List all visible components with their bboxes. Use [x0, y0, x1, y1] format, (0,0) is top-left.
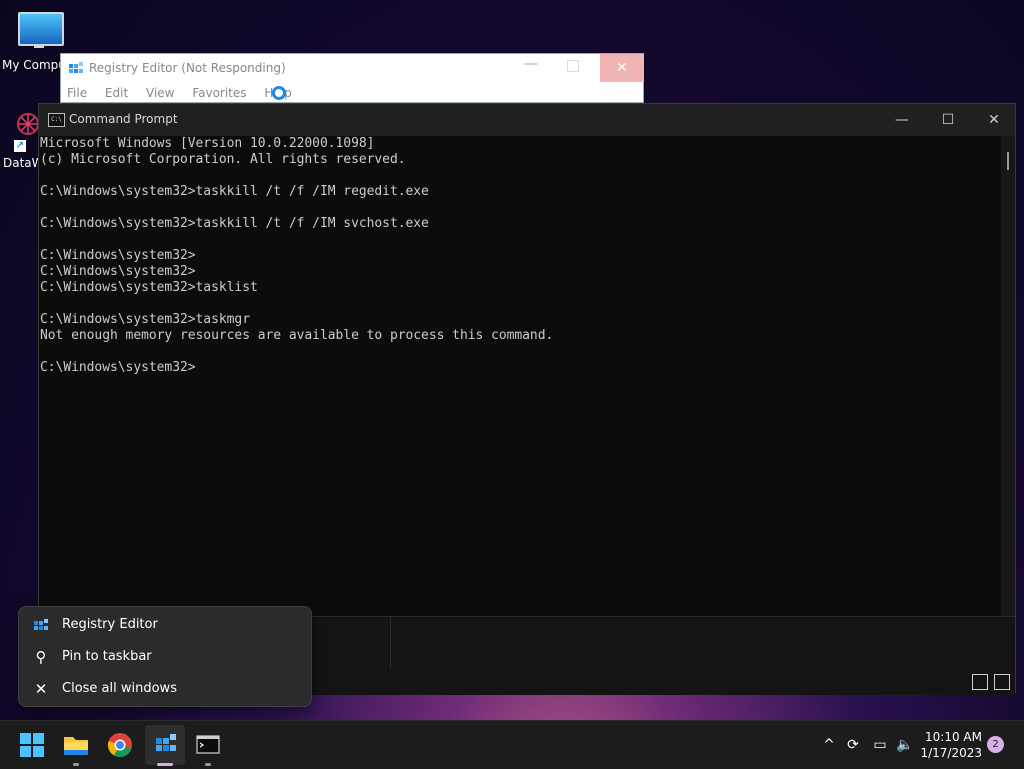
minimize-button[interactable]: — — [521, 56, 541, 78]
clock-date: 1/17/2023 — [920, 746, 982, 760]
close-icon: ✕ — [34, 680, 48, 698]
console-line: (c) Microsoft Corporation. All rights re… — [40, 152, 406, 167]
console-line: C:\Windows\system32> — [40, 264, 196, 279]
console-line: Microsoft Windows [Version 10.0.22000.10… — [40, 136, 375, 151]
menu-edit[interactable]: Edit — [105, 86, 128, 100]
close-button[interactable]: ✕ — [600, 54, 644, 82]
taskbar-jump-list: Registry Editor ⚲ Pin to taskbar ✕ Close… — [18, 606, 312, 707]
maximize-button[interactable]: ☐ — [925, 104, 971, 136]
details-view-icon[interactable] — [972, 674, 988, 690]
registry-editor-icon — [34, 619, 48, 630]
minimize-button[interactable]: — — [879, 104, 925, 136]
monitor-stand — [34, 44, 44, 48]
network-icon[interactable]: ▭ — [871, 736, 889, 754]
menu-file[interactable]: File — [67, 86, 87, 100]
windows-logo-icon — [20, 733, 44, 757]
show-hidden-icons-chevron-icon[interactable]: ^ — [820, 736, 838, 754]
console-line: C:\Windows\system32>taskmgr — [40, 312, 250, 327]
terminal-icon: C:\ — [48, 113, 65, 127]
window-title: Registry Editor (Not Responding) — [89, 61, 286, 75]
volume-icon[interactable]: 🔈 — [896, 736, 914, 754]
console-line: C:\Windows\system32> — [40, 248, 196, 263]
maximize-button[interactable] — [567, 60, 579, 72]
window-title: Command Prompt — [69, 112, 178, 126]
folder-icon — [64, 737, 88, 755]
menu-favorites[interactable]: Favorites — [192, 86, 246, 100]
console-output[interactable]: Microsoft Windows [Version 10.0.22000.10… — [39, 136, 1001, 661]
monitor-icon — [18, 12, 64, 46]
scrollbar-thumb[interactable] — [1007, 152, 1009, 170]
registry-editor-icon — [156, 734, 176, 751]
close-button[interactable]: ✕ — [971, 104, 1017, 136]
sync-error-icon[interactable]: ⟳ — [844, 736, 862, 754]
running-indicator — [205, 763, 211, 766]
pin-icon: ⚲ — [35, 648, 47, 666]
taskbar-app-registry-editor[interactable] — [145, 725, 185, 766]
preview-view-icon[interactable] — [994, 674, 1010, 690]
terminal-icon — [196, 735, 220, 754]
registry-editor-icon — [69, 62, 83, 73]
clock-time: 10:10 AM — [925, 730, 982, 744]
jump-item-label: Pin to taskbar — [62, 649, 152, 664]
vertical-scrollbar[interactable] — [1001, 136, 1015, 616]
console-prompt-line[interactable]: C:\Windows\system32> — [40, 360, 196, 376]
command-prompt-window[interactable]: C:\ Command Prompt — ☐ ✕ Microsoft Windo… — [38, 103, 1016, 695]
title-bar[interactable]: C:\ Command Prompt — ☐ ✕ — [39, 104, 1015, 136]
busy-cursor-icon — [272, 86, 286, 100]
console-line: Not enough memory resources are availabl… — [40, 328, 554, 343]
running-indicator — [73, 763, 79, 766]
active-indicator — [157, 763, 173, 766]
registry-editor-window[interactable]: Registry Editor (Not Responding) — ✕ Fil… — [60, 53, 644, 103]
taskbar-app-file-explorer[interactable] — [56, 725, 96, 766]
console-line: C:\Windows\system32>taskkill /t /f /IM r… — [40, 184, 429, 199]
menu-view[interactable]: View — [146, 86, 174, 100]
taskbar-app-command-prompt[interactable] — [188, 725, 228, 766]
jump-item-label: Close all windows — [62, 681, 177, 696]
taskbar-app-chrome[interactable] — [100, 725, 140, 765]
jump-item-registry-editor[interactable]: Registry Editor — [19, 609, 311, 641]
chrome-icon — [107, 733, 132, 758]
notification-badge[interactable]: 2 — [987, 736, 1004, 753]
start-button[interactable] — [12, 725, 52, 765]
desktop-icon-label: My Compu — [2, 58, 66, 72]
console-line: C:\Windows\system32>tasklist — [40, 280, 258, 295]
console-line: C:\Windows\system32>taskkill /t /f /IM s… — [40, 216, 429, 231]
clock[interactable]: 10:10 AM 1/17/2023 — [920, 729, 982, 761]
menu-bar: File Edit View Favorites Help — [67, 86, 306, 100]
jump-item-label: Registry Editor — [62, 617, 158, 632]
jump-item-pin-to-taskbar[interactable]: ⚲ Pin to taskbar — [19, 641, 311, 673]
shortcut-arrow-icon: ↗ — [14, 140, 26, 152]
jump-item-close-all-windows[interactable]: ✕ Close all windows — [19, 673, 311, 705]
taskbar: ^ ⟳ ▭ 🔈 10:10 AM 1/17/2023 2 — [0, 720, 1024, 769]
divider — [390, 617, 391, 669]
